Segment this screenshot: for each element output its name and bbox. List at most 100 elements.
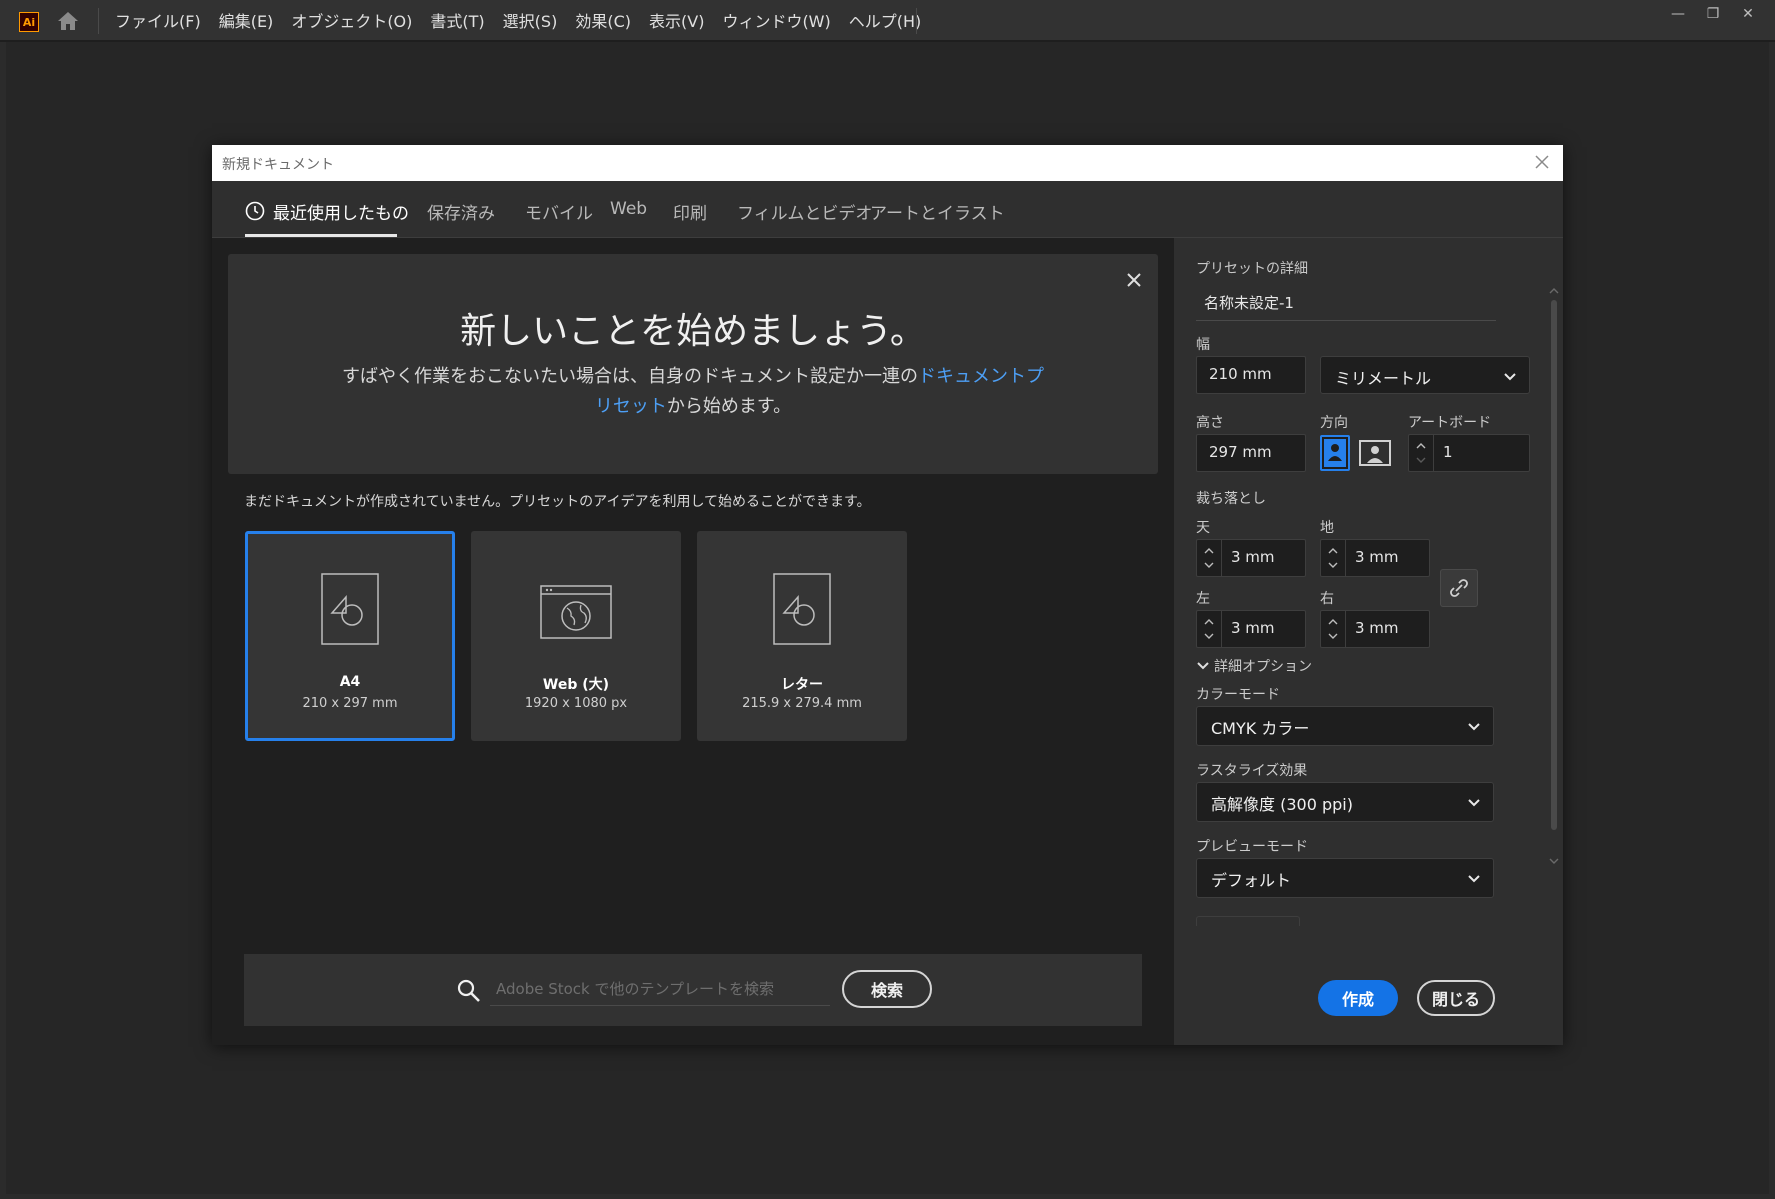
bleed-left-field[interactable]: 3 mm bbox=[1196, 610, 1306, 648]
menu-effect[interactable]: 効果(C) bbox=[575, 8, 631, 32]
menu-separator bbox=[916, 8, 917, 34]
link-bleed-button[interactable] bbox=[1440, 569, 1478, 607]
preset-card-letter[interactable]: レター 215.9 x 279.4 mm bbox=[697, 531, 907, 741]
bleed-top-value: 3 mm bbox=[1231, 548, 1275, 566]
scrollbar-thumb[interactable] bbox=[1551, 300, 1557, 830]
preset-size: 1920 x 1080 px bbox=[524, 696, 628, 711]
banner-close-icon[interactable] bbox=[1122, 268, 1146, 292]
tab-mobile[interactable]: モバイル bbox=[525, 199, 593, 224]
preset-card-web-large[interactable]: Web (大) 1920 x 1080 px bbox=[471, 531, 681, 741]
stepper-up-icon bbox=[1204, 619, 1214, 625]
tab-web[interactable]: Web bbox=[610, 199, 647, 219]
bleed-bottom-stepper[interactable] bbox=[1321, 540, 1346, 576]
bleed-bottom-label: 地 bbox=[1320, 520, 1334, 536]
menu-type[interactable]: 書式(T) bbox=[430, 8, 484, 32]
bleed-left-stepper[interactable] bbox=[1197, 611, 1222, 647]
bleed-top-stepper[interactable] bbox=[1197, 540, 1222, 576]
restore-button[interactable]: ❐ bbox=[1698, 4, 1728, 24]
advanced-options-toggle[interactable]: 詳細オプション bbox=[1196, 656, 1336, 676]
raster-effects-dropdown[interactable]: 高解像度 (300 ppi) bbox=[1196, 782, 1494, 822]
menu-window[interactable]: ウィンドウ(W) bbox=[722, 8, 830, 32]
stepper-down-icon bbox=[1204, 562, 1214, 568]
menu-help[interactable]: ヘルプ(H) bbox=[849, 8, 922, 32]
bleed-label: 裁ち落とし bbox=[1196, 491, 1266, 507]
stepper-up-icon bbox=[1328, 548, 1338, 554]
tab-recent[interactable]: 最近使用したもの bbox=[273, 199, 409, 224]
orientation-label: 方向 bbox=[1320, 415, 1348, 431]
artboard-stepper[interactable] bbox=[1409, 435, 1434, 471]
tab-print[interactable]: 印刷 bbox=[673, 199, 707, 224]
tab-film-video[interactable]: フィルムとビデオ bbox=[737, 199, 872, 224]
bleed-top-field[interactable]: 3 mm bbox=[1196, 539, 1306, 577]
stepper-up-icon bbox=[1416, 443, 1426, 449]
preset-size: 210 x 297 mm bbox=[302, 696, 398, 711]
tab-art-illustration[interactable]: アートとイラスト bbox=[870, 199, 1005, 224]
menu-list: ファイル(F) 編集(E) オブジェクト(O) 書式(T) 選択(S) 効果(C… bbox=[115, 0, 939, 40]
create-button[interactable]: 作成 bbox=[1318, 980, 1398, 1016]
width-label: 幅 bbox=[1196, 337, 1210, 353]
dialog-titlebar: 新規ドキュメント bbox=[212, 145, 1563, 181]
preview-mode-dropdown[interactable]: デフォルト bbox=[1196, 858, 1494, 898]
template-search-bar: 検索 bbox=[244, 954, 1142, 1026]
document-shapes-icon bbox=[248, 573, 452, 645]
color-mode-value: CMYK カラー bbox=[1211, 719, 1310, 738]
window-close-button[interactable]: ✕ bbox=[1733, 4, 1763, 24]
app-logo: Ai bbox=[19, 12, 39, 32]
bleed-bottom-field[interactable]: 3 mm bbox=[1320, 539, 1430, 577]
bleed-right-label: 右 bbox=[1320, 591, 1334, 607]
bleed-right-stepper[interactable] bbox=[1321, 611, 1346, 647]
preset-name: Web (大) bbox=[542, 677, 610, 693]
home-icon[interactable] bbox=[56, 10, 80, 32]
document-name-field[interactable]: 名称未設定-1 bbox=[1196, 278, 1496, 321]
close-button[interactable]: 閉じる bbox=[1417, 980, 1495, 1016]
stepper-down-icon bbox=[1204, 633, 1214, 639]
stepper-down-icon bbox=[1328, 633, 1338, 639]
raster-effects-value: 高解像度 (300 ppi) bbox=[1211, 795, 1353, 814]
unit-dropdown[interactable]: ミリメートル bbox=[1320, 356, 1530, 394]
document-shapes-icon bbox=[697, 573, 907, 645]
preset-name: レター bbox=[781, 677, 823, 693]
bleed-right-value: 3 mm bbox=[1355, 619, 1399, 637]
preset-details-title: プリセットの詳細 bbox=[1196, 261, 1308, 277]
artboard-count-field[interactable]: 1 bbox=[1408, 434, 1530, 472]
close-icon[interactable] bbox=[1531, 151, 1553, 173]
color-mode-label: カラーモード bbox=[1196, 687, 1280, 703]
menu-separator bbox=[98, 8, 99, 34]
tab-saved[interactable]: 保存済み bbox=[427, 199, 495, 224]
menu-select[interactable]: 選択(S) bbox=[503, 8, 558, 32]
chevron-down-icon bbox=[1197, 662, 1209, 670]
menu-object[interactable]: オブジェクト(O) bbox=[291, 8, 412, 32]
width-field[interactable]: 210 mm bbox=[1196, 356, 1306, 394]
height-field[interactable]: 297 mm bbox=[1196, 434, 1306, 472]
chevron-down-icon bbox=[1467, 718, 1481, 732]
menu-file[interactable]: ファイル(F) bbox=[115, 8, 201, 32]
scroll-down-icon bbox=[1549, 858, 1559, 864]
category-tabs: 最近使用したもの 保存済み モバイル Web 印刷 フィルムとビデオ アートとイ… bbox=[212, 181, 1563, 238]
template-search-input[interactable] bbox=[490, 972, 830, 1006]
banner-desc-text-end: から始めます。 bbox=[666, 396, 792, 417]
bleed-bottom-value: 3 mm bbox=[1355, 548, 1399, 566]
menu-view[interactable]: 表示(V) bbox=[649, 8, 704, 32]
artboard-count-value: 1 bbox=[1443, 443, 1453, 461]
color-mode-dropdown[interactable]: CMYK カラー bbox=[1196, 706, 1494, 746]
bleed-top-label: 天 bbox=[1196, 520, 1210, 536]
scroll-up-icon bbox=[1549, 288, 1559, 294]
search-button[interactable]: 検索 bbox=[842, 970, 932, 1008]
stepper-up-icon bbox=[1204, 548, 1214, 554]
preset-size: 215.9 x 279.4 mm bbox=[742, 696, 862, 711]
preset-card-a4[interactable]: A4 210 x 297 mm bbox=[245, 531, 455, 741]
portrait-orientation-button[interactable] bbox=[1320, 435, 1350, 471]
welcome-banner: 新しいことを始めましょう。 すばやく作業をおこないたい場合は、自身のドキュメント… bbox=[228, 254, 1158, 474]
landscape-orientation-button[interactable] bbox=[1358, 435, 1392, 471]
minimize-button[interactable]: — bbox=[1663, 4, 1693, 24]
raster-effects-label: ラスタライズ効果 bbox=[1196, 763, 1308, 779]
banner-title: 新しいことを始めましょう。 bbox=[460, 311, 926, 352]
search-icon bbox=[456, 978, 482, 1004]
menu-edit[interactable]: 編集(E) bbox=[219, 8, 274, 32]
unit-value: ミリメートル bbox=[1335, 369, 1432, 388]
height-value: 297 mm bbox=[1209, 443, 1272, 461]
more-options-button-partial[interactable] bbox=[1196, 916, 1300, 926]
height-label: 高さ bbox=[1196, 415, 1224, 431]
bleed-right-field[interactable]: 3 mm bbox=[1320, 610, 1430, 648]
bleed-left-label: 左 bbox=[1196, 591, 1210, 607]
